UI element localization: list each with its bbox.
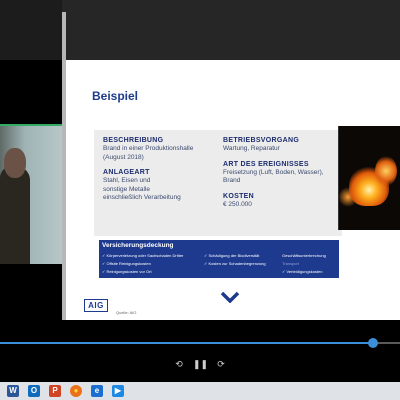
kosten-heading: KOSTEN [223, 192, 254, 200]
pause-icon[interactable]: ❚❚ [193, 358, 208, 370]
slide-title: Beispiel [92, 89, 139, 103]
anlageart-line: einschließlich Verarbeitung [103, 194, 181, 201]
firefox-icon[interactable]: ● [70, 385, 82, 397]
coverage-item: Geschäftsunterbrechung [282, 253, 326, 258]
beschreibung-heading: BESCHREIBUNG [103, 137, 164, 144]
presenter-figure [0, 166, 30, 264]
ie-icon[interactable]: e [91, 385, 103, 397]
powerpoint-icon[interactable]: P [49, 385, 61, 397]
webcam-video-tile[interactable] [0, 124, 62, 264]
coverage-heading: Versicherungsdeckung [102, 242, 174, 249]
rewind-icon[interactable]: ⟲ [172, 358, 186, 370]
aig-logo: AIG [84, 299, 108, 312]
media-player-icon[interactable]: ▶ [112, 385, 124, 397]
progress-fill [0, 342, 373, 344]
ereignis-line: Brand [223, 177, 241, 184]
playback-controls: ⟲ ❚❚ ⟳ [0, 358, 400, 372]
coverage-item: ✓ Kosten zur Schadenbegrenzung [204, 261, 266, 266]
word-icon[interactable]: W [7, 385, 19, 397]
beschreibung-line: Brand in einer Produktionshalle [103, 145, 194, 152]
coverage-item: ✓ Körperverletzung oder Sachschaden Drit… [102, 253, 184, 258]
participant-panel-header [0, 0, 62, 60]
forward-icon[interactable]: ⟳ [214, 358, 228, 370]
betriebsvorgang-heading: BETRIEBSVORGANG [223, 137, 300, 144]
coverage-item: Transport [282, 261, 299, 266]
progress-handle[interactable] [368, 338, 378, 348]
fire-photo [338, 126, 400, 230]
chevron-down-icon [220, 291, 240, 303]
anlageart-line: sonstige Metalle [103, 185, 150, 193]
kosten-value: € 250.000 [223, 200, 252, 208]
progress-bar[interactable] [0, 342, 400, 344]
ereignis-heading: ART DES EREIGNISSES [223, 160, 309, 168]
coverage-item: ✓ Verteidigungskosten [282, 269, 323, 274]
beschreibung-line: (August 2018) [103, 153, 144, 161]
outlook-icon[interactable]: O [28, 385, 40, 397]
coverage-item: ✓ Reinigungskosten vor Ort [102, 269, 152, 274]
case-info-panel: BESCHREIBUNG Brand in einer Produktionsh… [94, 130, 342, 303]
anlageart-line: Stahl, Eisen und [103, 177, 151, 184]
presentation-slide: Beispiel BESCHREIBUNG Brand in einer Pro… [66, 60, 400, 320]
top-toolbar-area [0, 0, 400, 60]
anlageart-heading: ANLAGEART [103, 169, 150, 176]
info-column-right: BETRIEBSVORGANG Wartung, Reparatur ART D… [223, 136, 341, 209]
coverage-box: Versicherungsdeckung ✓ Körperverletzung … [99, 240, 339, 278]
coverage-item: ✓ Schädigung der Biodiversität [204, 253, 260, 258]
coverage-item: ✓ Offsite Reinigungskosten [102, 261, 151, 266]
source-note: Quelle: AIG [116, 310, 137, 315]
info-column-left: BESCHREIBUNG Brand in einer Produktionsh… [103, 136, 221, 203]
ereignis-line: Freisetzung (Luft, Boden, Wasser), [223, 168, 324, 176]
betriebsvorgang-line: Wartung, Reparatur [223, 145, 280, 152]
presenter-head [4, 148, 26, 178]
taskbar: W O P ● e ▶ [0, 382, 400, 400]
